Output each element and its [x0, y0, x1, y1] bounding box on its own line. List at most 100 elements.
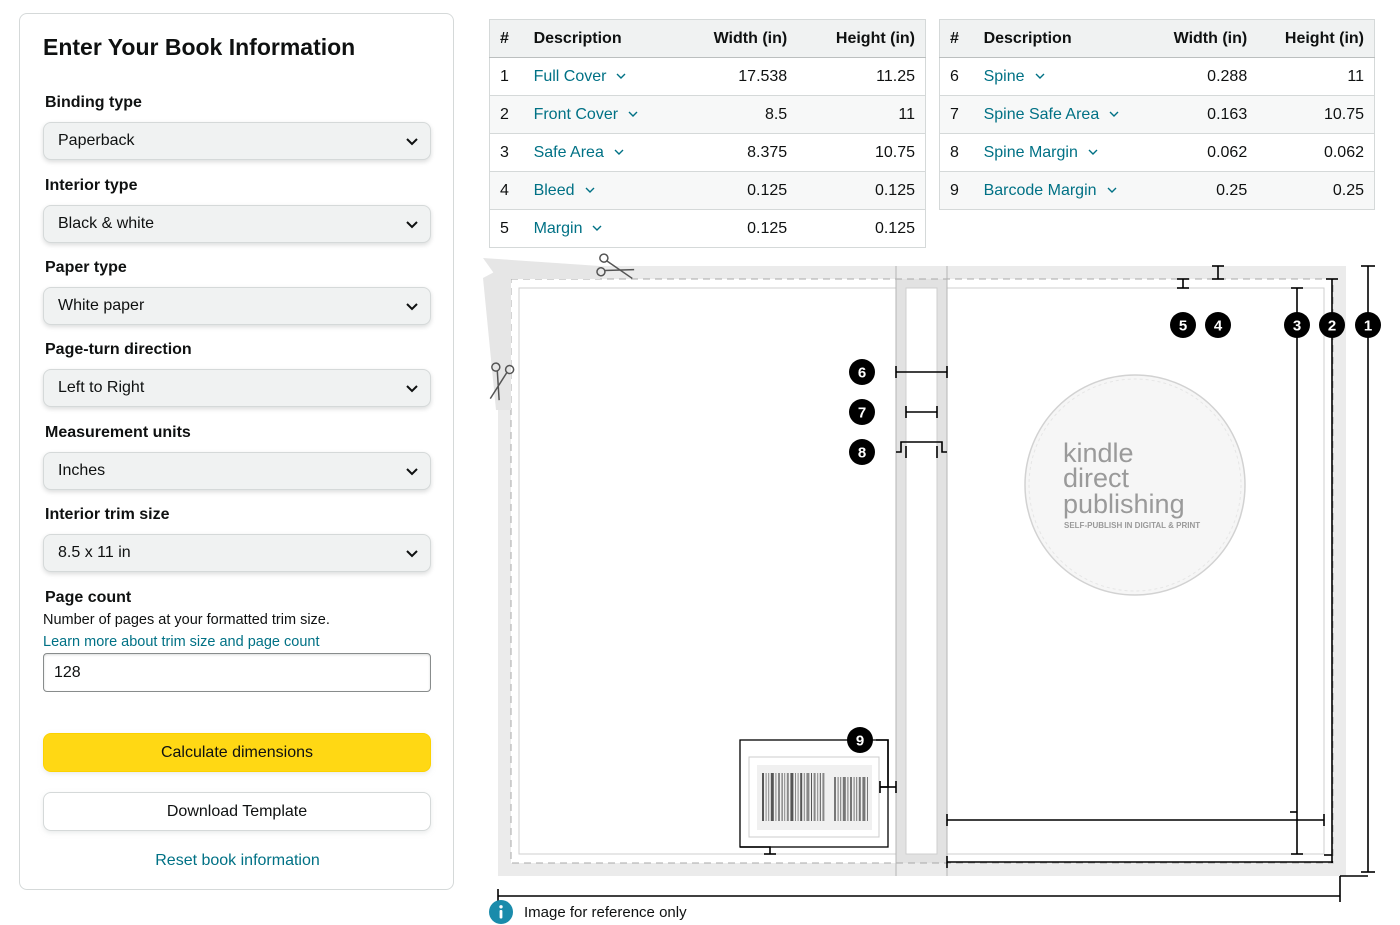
row-description[interactable]: Spine Margin: [973, 133, 1154, 172]
row-height: 10.75: [1257, 95, 1375, 134]
trim-size-label: Interior trim size: [45, 506, 170, 523]
paper-type-select[interactable]: White paper: [43, 287, 431, 325]
chevron-down-icon: [406, 385, 418, 393]
row-height: 11.25: [797, 57, 926, 96]
chevron-down-icon: [406, 468, 418, 476]
row-height: 11: [797, 95, 926, 134]
interior-type-label: Interior type: [45, 177, 138, 194]
col-header-height: Height (in): [797, 19, 926, 58]
callout-9: 9: [847, 727, 873, 753]
row-num: 4: [489, 171, 524, 210]
chevron-down-icon[interactable]: [1088, 147, 1098, 157]
callout-1: 1: [1355, 312, 1381, 338]
row-description-link[interactable]: Spine Margin: [984, 144, 1078, 161]
table-header-row: # Description Width (in) Height (in): [939, 19, 1375, 58]
page-turn-direction-select[interactable]: Left to Right: [43, 369, 431, 407]
trim-size-value: 8.5 x 11 in: [58, 544, 131, 561]
row-description-link[interactable]: Safe Area: [534, 144, 604, 161]
row-num: 1: [489, 57, 524, 96]
row-width: 0.125: [693, 209, 798, 248]
row-num: 6: [939, 57, 974, 96]
row-description-link[interactable]: Bleed: [534, 182, 575, 199]
callout-label: 6: [858, 365, 866, 382]
row-num: 2: [489, 95, 524, 134]
col-header-num: #: [489, 19, 524, 58]
row-height: 0.25: [1257, 171, 1375, 210]
page-count-label: Page count: [45, 589, 132, 606]
callout-label: 4: [1214, 318, 1223, 335]
col-header-description: Description: [973, 19, 1154, 58]
chevron-down-icon[interactable]: [616, 71, 626, 81]
measurement-units-label: Measurement units: [45, 424, 191, 441]
chevron-down-icon[interactable]: [614, 147, 624, 157]
row-description-link[interactable]: Barcode Margin: [984, 182, 1097, 199]
table-row: 3 Safe Area 8.375 10.75: [489, 133, 926, 172]
binding-type-select[interactable]: Paperback: [43, 122, 431, 160]
row-width: 0.125: [693, 171, 798, 210]
callout-label: 2: [1328, 318, 1336, 335]
measurement-units-value: Inches: [58, 462, 106, 479]
chevron-down-icon[interactable]: [1035, 71, 1045, 81]
row-height: 0.125: [797, 209, 926, 248]
cover-template-diagram: kindle direct publishing SELF-PUBLISH IN…: [483, 253, 1381, 902]
row-num: 9: [939, 171, 974, 210]
binding-type-value: Paperback: [58, 132, 135, 149]
callout-label: 1: [1364, 318, 1372, 335]
measurement-units-select[interactable]: Inches: [43, 452, 431, 490]
dimensions-table-1: # Description Width (in) Height (in) 1 F…: [489, 19, 926, 248]
spine-safe-area: [905, 287, 938, 855]
dimensions-table-2: # Description Width (in) Height (in) 6 S…: [939, 19, 1375, 210]
chevron-down-icon[interactable]: [1109, 109, 1119, 119]
book-info-panel: Enter Your Book Information Binding type…: [19, 13, 454, 890]
chevron-down-icon[interactable]: [592, 223, 602, 233]
row-width: 0.163: [1153, 95, 1258, 134]
chevron-down-icon[interactable]: [585, 185, 595, 195]
row-description[interactable]: Safe Area: [523, 133, 694, 172]
row-description-link[interactable]: Spine Safe Area: [984, 106, 1100, 123]
table-row: 5 Margin 0.125 0.125: [489, 209, 926, 248]
row-num: 3: [489, 133, 524, 172]
row-num: 5: [489, 209, 524, 248]
row-description[interactable]: Spine Safe Area: [973, 95, 1154, 134]
col-header-height: Height (in): [1257, 19, 1375, 58]
chevron-down-icon[interactable]: [628, 109, 638, 119]
row-num: 8: [939, 133, 974, 172]
row-height: 11: [1257, 57, 1375, 96]
chevron-down-icon[interactable]: [1107, 185, 1117, 195]
row-description[interactable]: Margin: [523, 209, 694, 248]
callout-label: 7: [858, 405, 866, 422]
callout-3: 3: [1284, 312, 1310, 338]
table-row: 8 Spine Margin 0.062 0.062: [939, 133, 1375, 172]
calculate-dimensions-button[interactable]: Calculate dimensions: [43, 733, 431, 772]
binding-type-label: Binding type: [45, 94, 142, 111]
callout-label: 9: [856, 733, 864, 750]
page-count-help: Number of pages at your formatted trim s…: [43, 612, 330, 628]
table-row: 4 Bleed 0.125 0.125: [489, 171, 926, 210]
row-description[interactable]: Bleed: [523, 171, 694, 210]
col-header-num: #: [939, 19, 974, 58]
row-description-link[interactable]: Margin: [534, 220, 583, 237]
reference-note: Image for reference only: [489, 900, 687, 924]
panel-title: Enter Your Book Information: [43, 34, 356, 60]
col-header-width: Width (in): [1153, 19, 1258, 58]
reset-book-info-link[interactable]: Reset book information: [20, 852, 455, 870]
paper-type-value: White paper: [58, 297, 145, 314]
col-header-width: Width (in): [693, 19, 798, 58]
download-template-button[interactable]: Download Template: [43, 792, 431, 831]
callout-label: 8: [858, 445, 866, 462]
row-description[interactable]: Front Cover: [523, 95, 694, 134]
row-description-link[interactable]: Front Cover: [534, 106, 618, 123]
reference-note-text: Image for reference only: [524, 903, 687, 921]
table-row: 1 Full Cover 17.538 11.25: [489, 57, 926, 96]
row-description[interactable]: Barcode Margin: [973, 171, 1154, 210]
row-description[interactable]: Full Cover: [523, 57, 694, 96]
row-description[interactable]: Spine: [973, 57, 1154, 96]
row-description-link[interactable]: Spine: [984, 68, 1025, 85]
trim-size-learn-more-link[interactable]: Learn more about trim size and page coun…: [43, 634, 319, 650]
row-description-link[interactable]: Full Cover: [534, 68, 607, 85]
trim-size-select[interactable]: 8.5 x 11 in: [43, 534, 431, 572]
page-turn-direction-value: Left to Right: [58, 379, 145, 396]
interior-type-select[interactable]: Black & white: [43, 205, 431, 243]
table-row: 7 Spine Safe Area 0.163 10.75: [939, 95, 1375, 134]
page-count-input[interactable]: [43, 653, 431, 692]
